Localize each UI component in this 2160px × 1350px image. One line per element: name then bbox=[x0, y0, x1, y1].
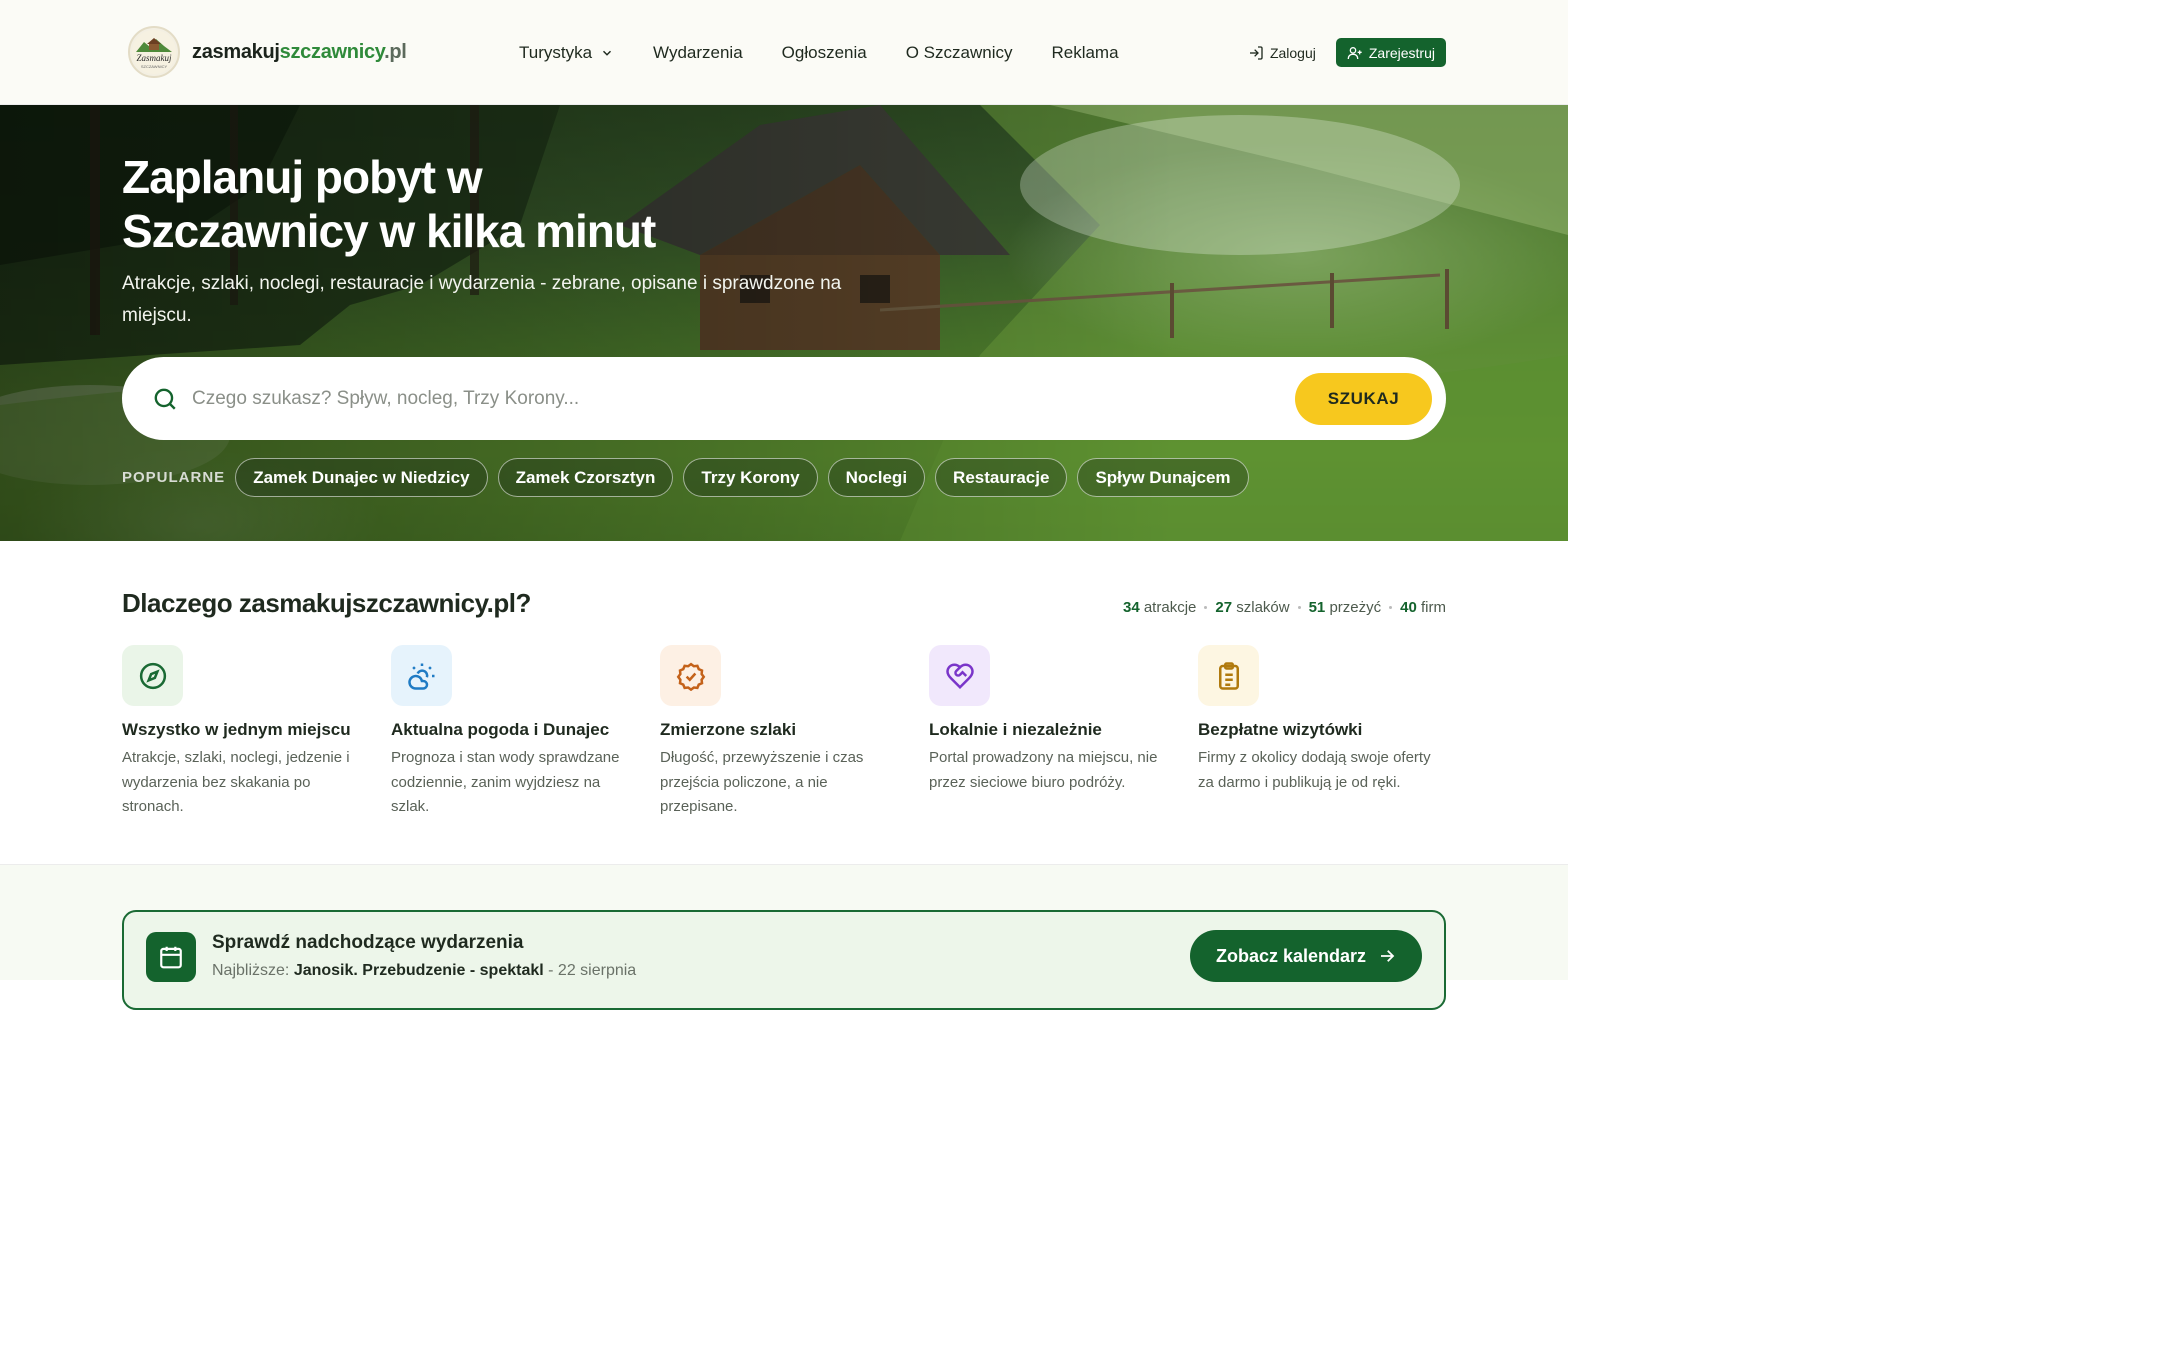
popular-label: POPULARNE bbox=[122, 469, 226, 486]
why-section: Dlaczego zasmakujszczawnicy.pl? 34 atrak… bbox=[0, 541, 1568, 865]
feature-desc: Portal prowadzony na miejscu, nie przez … bbox=[929, 749, 1158, 791]
nav-item-label: Turystyka bbox=[519, 42, 593, 62]
stat-separator bbox=[1297, 606, 1301, 609]
calendar-icon bbox=[160, 946, 182, 969]
stat-trails: 27 szlaków bbox=[1215, 599, 1290, 616]
nav-item-reklama[interactable]: Reklama bbox=[1051, 43, 1118, 63]
site-name-part2: szczawnicy bbox=[279, 40, 385, 63]
heart-handshake-icon bbox=[945, 662, 974, 689]
user-plus-icon bbox=[1347, 46, 1362, 59]
search-input[interactable] bbox=[192, 387, 1295, 410]
feature-title: Lokalnie i niezależnie bbox=[929, 720, 1102, 739]
nav-item-turystyka[interactable]: Turystyka bbox=[519, 43, 614, 63]
register-button[interactable]: Zarejestruj bbox=[1335, 38, 1446, 67]
login-button[interactable]: Zaloguj bbox=[1248, 45, 1316, 61]
sun-cloud-icon bbox=[407, 663, 434, 690]
badge-check-icon bbox=[676, 662, 705, 691]
stat-companies: 40 firm bbox=[1400, 599, 1446, 616]
svg-text:SZCZAWNICY: SZCZAWNICY bbox=[141, 64, 168, 69]
site-header: Zasmakuj SZCZAWNICY zasmakujszczawnicy.p… bbox=[0, 0, 1568, 105]
main-nav: Turystyka Wydarzenia Ogłoszenia O Szczaw… bbox=[519, 0, 1119, 105]
popular-tag[interactable]: Noclegi bbox=[827, 458, 926, 497]
search-button[interactable]: SZUKAJ bbox=[1295, 372, 1432, 425]
feature-icon-box bbox=[1198, 645, 1259, 706]
clipboard-list-icon bbox=[1218, 661, 1239, 690]
site-name: zasmakujszczawnicy.pl bbox=[192, 41, 407, 64]
why-title: Dlaczego zasmakujszczawnicy.pl? bbox=[122, 588, 531, 618]
popular-tag[interactable]: Spływ Dunajcem bbox=[1077, 458, 1249, 497]
search-bar: SZUKAJ bbox=[122, 357, 1446, 440]
events-icon-box bbox=[146, 932, 196, 982]
feature-item: Lokalnie i niezależnie Portal prowadzony… bbox=[929, 645, 1198, 820]
site-name-part1: zasmakuj bbox=[192, 40, 280, 63]
search-icon bbox=[154, 388, 176, 410]
feature-desc: Firmy z okolicy dodają swoje oferty za d… bbox=[1198, 749, 1431, 791]
stat-attractions: 34 atrakcje bbox=[1122, 599, 1197, 616]
feature-item: Zmierzone szlaki Długość, przewyższenie … bbox=[660, 645, 929, 820]
popular-tag[interactable]: Zamek Czorsztyn bbox=[497, 458, 674, 497]
feature-item: Wszystko w jednym miejscu Atrakcje, szla… bbox=[122, 645, 391, 820]
site-name-part3: .pl bbox=[384, 40, 407, 63]
hero-section: Zaplanuj pobyt w Szczawnicy w kilka minu… bbox=[0, 105, 1568, 541]
feature-desc: Prognoza i stan wody sprawdzane codzienn… bbox=[391, 749, 620, 815]
compass-icon bbox=[139, 662, 166, 689]
zasmakuj-logo-badge: Zasmakuj SZCZAWNICY bbox=[128, 26, 180, 78]
hero-title: Zaplanuj pobyt w Szczawnicy w kilka minu… bbox=[122, 151, 656, 257]
register-label: Zarejestruj bbox=[1368, 44, 1435, 61]
popular-tag[interactable]: Zamek Dunajec w Niedzicy bbox=[235, 458, 488, 497]
hero-subtitle: Atrakcje, szlaki, noclegi, restauracje i… bbox=[122, 273, 842, 326]
login-icon bbox=[1249, 45, 1263, 60]
see-calendar-label: Zobacz kalendarz bbox=[1215, 945, 1366, 966]
stat-experiences: 51 przeżyć bbox=[1308, 599, 1382, 616]
nav-item-label: Reklama bbox=[1051, 42, 1119, 62]
nav-item-label: Wydarzenia bbox=[653, 42, 743, 62]
chevron-down-icon bbox=[603, 50, 612, 56]
stat-separator bbox=[1389, 606, 1393, 609]
login-label: Zaloguj bbox=[1269, 44, 1316, 61]
feature-item: Aktualna pogoda i Dunajec Prognoza i sta… bbox=[391, 645, 660, 820]
feature-title: Aktualna pogoda i Dunajec bbox=[391, 720, 610, 739]
events-title: Sprawdź nadchodzące wydarzenia bbox=[212, 932, 524, 953]
feature-title: Wszystko w jednym miejscu bbox=[122, 720, 351, 739]
popular-tags: POPULARNE Zamek Dunajec w Niedzicy Zamek… bbox=[122, 458, 1249, 497]
nav-item-label: Ogłoszenia bbox=[781, 42, 867, 62]
stat-separator bbox=[1204, 606, 1208, 609]
feature-icon-box bbox=[122, 645, 183, 706]
feature-title: Zmierzone szlaki bbox=[660, 720, 797, 739]
events-next-name[interactable]: Janosik. Przebudzenie - spektakl bbox=[294, 962, 544, 979]
feature-list: Wszystko w jednym miejscu Atrakcje, szla… bbox=[122, 645, 1467, 820]
feature-icon-box bbox=[660, 645, 721, 706]
feature-icon-box bbox=[929, 645, 990, 706]
nav-item-ogloszenia[interactable]: Ogłoszenia bbox=[782, 43, 867, 63]
auth-actions: Zaloguj Zarejestruj bbox=[1248, 38, 1446, 67]
site-stats: 34 atrakcje 27 szlaków 51 przeżyć 40 fir… bbox=[1123, 599, 1446, 616]
events-next-date: - 22 sierpnia bbox=[548, 962, 637, 979]
feature-item: Bezpłatne wizytówki Firmy z okolicy doda… bbox=[1198, 645, 1467, 820]
see-calendar-button[interactable]: Zobacz kalendarz bbox=[1189, 930, 1422, 982]
popular-tag[interactable]: Trzy Korony bbox=[683, 458, 818, 497]
feature-icon-box bbox=[391, 645, 452, 706]
events-next: Najbliższe: Janosik. Przebudzenie - spek… bbox=[212, 962, 636, 980]
popular-tag[interactable]: Restauracje bbox=[935, 458, 1068, 497]
events-banner: Sprawdź nadchodzące wydarzenia Najbliższ… bbox=[122, 910, 1446, 1010]
feature-title: Bezpłatne wizytówki bbox=[1198, 720, 1363, 739]
events-next-label: Najbliższe: bbox=[212, 962, 290, 979]
site-logo[interactable]: Zasmakuj SZCZAWNICY zasmakujszczawnicy.p… bbox=[128, 26, 407, 78]
nav-item-label: O Szczawnicy bbox=[905, 42, 1013, 62]
svg-text:Zasmakuj: Zasmakuj bbox=[136, 53, 172, 63]
arrow-right-icon bbox=[1381, 950, 1395, 962]
feature-desc: Atrakcje, szlaki, noclegi, jedzenie i wy… bbox=[122, 749, 350, 815]
feature-desc: Długość, przewyższenie i czas przejścia … bbox=[660, 749, 864, 815]
events-section: Sprawdź nadchodzące wydarzenia Najbliższ… bbox=[0, 865, 1568, 1010]
nav-item-o-szczawnicy[interactable]: O Szczawnicy bbox=[906, 43, 1013, 63]
nav-item-wydarzenia[interactable]: Wydarzenia bbox=[653, 43, 743, 63]
